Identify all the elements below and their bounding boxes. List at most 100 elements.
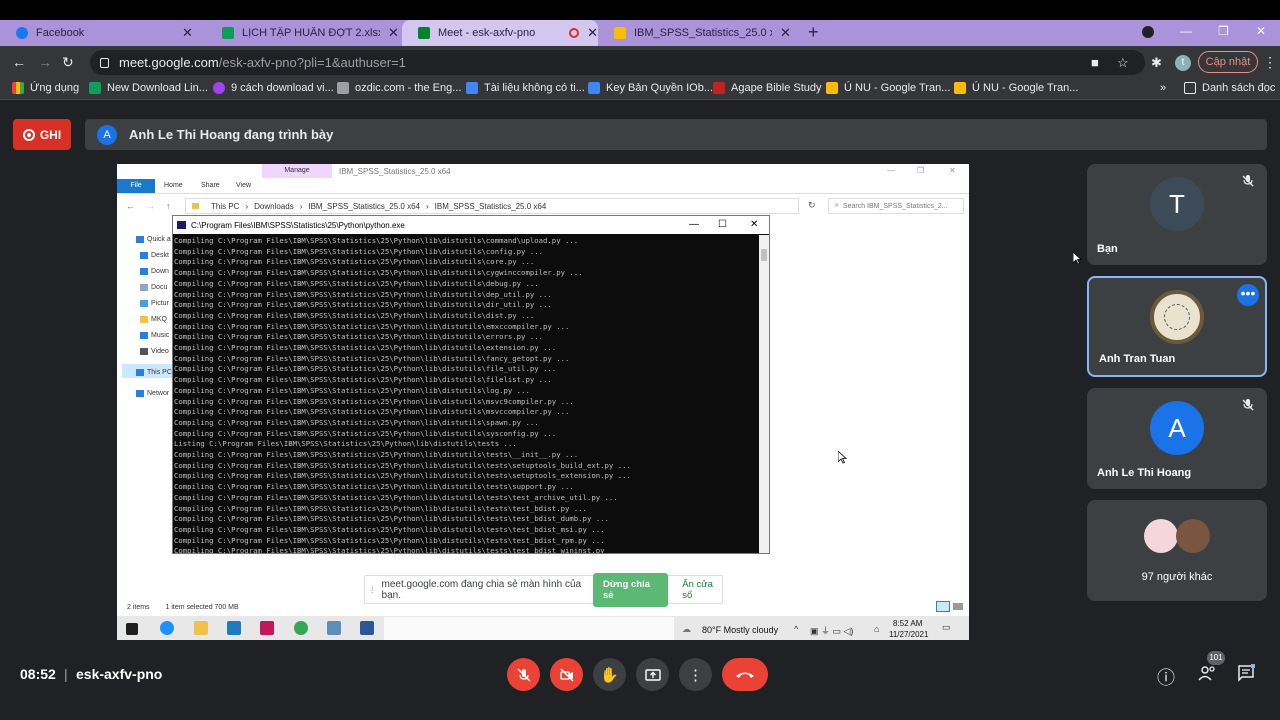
camera-icon[interactable]: ■ xyxy=(1091,55,1099,70)
tab-meet[interactable]: Meet - esk-axfv-pno ✕ xyxy=(402,20,598,46)
tray-chevron-icon[interactable]: ^ xyxy=(794,624,798,634)
sidebar-item-folder[interactable]: MKQ xyxy=(140,316,167,323)
participant-tile-others[interactable]: 97 người khác xyxy=(1087,500,1267,601)
chat-icon[interactable] xyxy=(1237,663,1256,687)
hide-button[interactable]: Ẩn cửa sổ xyxy=(682,579,722,601)
mic-toggle-button[interactable] xyxy=(507,658,540,691)
sidebar-item-desktop[interactable]: Deskt xyxy=(140,252,169,259)
bookmark-item[interactable]: Agape Bible Study xyxy=(713,82,822,94)
sidebar-item-videos[interactable]: Video xyxy=(140,348,169,355)
sidebar-item-this-pc[interactable]: This PC xyxy=(136,369,172,376)
ribbon-tab-file[interactable]: File xyxy=(117,179,155,193)
maximize-icon[interactable]: ❐ xyxy=(1218,24,1229,38)
meeting-info-icon[interactable]: ⓘ xyxy=(1157,664,1175,690)
bookmark-item[interactable]: New Download Lin... xyxy=(89,82,208,94)
weather-text[interactable]: 80°F Mostly cloudy xyxy=(702,625,778,635)
more-options-button[interactable]: ⋮ xyxy=(679,658,712,691)
browser-menu-icon[interactable]: ⋮ xyxy=(1263,54,1277,71)
address-bar[interactable]: meet.google.com/esk-axfv-pno?pli=1&authu… xyxy=(90,50,1145,75)
participant-tile-anh-le-thi-hoang[interactable]: A Anh Le Thi Hoang xyxy=(1087,388,1267,489)
sidebar-item-pictures[interactable]: Pictur xyxy=(140,300,169,307)
sidebar-item-quick-access[interactable]: Quick a xyxy=(136,236,171,243)
scroll-thumb[interactable] xyxy=(761,249,767,261)
participant-tile-anh-tran-tuan[interactable]: ••• Anh Tran Tuan xyxy=(1087,276,1267,377)
refresh-icon[interactable]: ↻ xyxy=(808,200,816,211)
back-icon[interactable]: ← xyxy=(126,201,135,211)
ribbon-tab-view[interactable]: View xyxy=(236,182,251,189)
explorer-search[interactable]: ⌕ Search IBM_SPSS_Statistics_2... xyxy=(828,198,964,214)
close-icon[interactable]: ✕ xyxy=(750,219,758,230)
bookmark-item[interactable]: Key Bản Quyền IOb... xyxy=(588,82,713,94)
maximize-icon[interactable]: ❐ xyxy=(917,166,924,175)
close-tab-icon[interactable]: ✕ xyxy=(780,25,791,41)
close-icon[interactable]: ✕ xyxy=(949,166,956,175)
reading-list[interactable]: Danh sách đọc xyxy=(1184,82,1275,94)
up-icon[interactable]: ↑ xyxy=(166,201,171,211)
extensions-icon[interactable]: ✱ xyxy=(1151,55,1162,71)
details-view-icon[interactable] xyxy=(936,601,950,612)
windows-start-icon[interactable] xyxy=(126,623,138,635)
app-icon[interactable] xyxy=(360,621,374,635)
app-icon[interactable] xyxy=(327,621,341,635)
bookmarks-overflow-icon[interactable]: » xyxy=(1160,82,1166,94)
present-button[interactable] xyxy=(636,658,669,691)
more-options-icon[interactable]: ••• xyxy=(1237,284,1259,306)
ribbon-tab-share[interactable]: Share xyxy=(201,182,220,189)
tab-drive-zip[interactable]: IBM_SPSS_Statistics_25.0 x64.zip ✕ xyxy=(598,20,798,46)
close-tab-icon[interactable]: ✕ xyxy=(587,25,598,41)
explorer-status: 2 items 1 item selected 700 MB xyxy=(127,604,239,611)
minimize-icon[interactable]: — xyxy=(887,166,895,175)
tab-facebook[interactable]: Facebook ✕ xyxy=(0,20,206,46)
bookmark-apps[interactable]: Ứng dụng xyxy=(12,82,79,94)
bookmark-item[interactable]: Ú NU - Google Tran... xyxy=(954,82,1078,94)
python-console-window[interactable]: C:\Program Files\IBM\SPSS\Statistics\25\… xyxy=(172,215,770,554)
taskbar-date[interactable]: 11/27/2021 xyxy=(889,630,928,639)
console-scrollbar[interactable] xyxy=(759,235,769,553)
people-icon[interactable] xyxy=(1197,664,1217,687)
bookmark-star-icon[interactable]: ☆ xyxy=(1117,55,1129,71)
reload-icon[interactable]: ↻ xyxy=(62,54,74,71)
sidebar-item-music[interactable]: Music xyxy=(140,332,169,339)
minimize-icon[interactable]: — xyxy=(689,219,699,230)
close-tab-icon[interactable]: ✕ xyxy=(388,25,399,41)
maximize-icon[interactable]: ☐ xyxy=(718,219,727,230)
close-window-icon[interactable]: ✕ xyxy=(1256,24,1266,38)
sidebar-item-documents[interactable]: Docu xyxy=(140,284,167,291)
drag-handle-icon[interactable]: ⁞ xyxy=(371,585,374,595)
recording-badge[interactable]: GHI xyxy=(13,119,71,150)
bookmark-item[interactable]: Ú NU - Google Tran... xyxy=(826,82,950,94)
tab-search-icon[interactable] xyxy=(1142,26,1154,38)
bookmark-item[interactable]: ozdic.com - the Eng... xyxy=(337,82,461,94)
file-explorer-icon[interactable] xyxy=(194,621,208,635)
notification-icon[interactable]: ▭ xyxy=(942,622,951,633)
edge-icon[interactable] xyxy=(160,621,174,635)
ribbon-tab-home[interactable]: Home xyxy=(164,182,183,189)
forward-icon[interactable]: → xyxy=(38,54,52,70)
camera-toggle-button[interactable] xyxy=(550,658,583,691)
profile-avatar[interactable]: t xyxy=(1175,55,1191,71)
tab-sheets[interactable]: LỊCH TẬP HUẤN ĐỢT 2.xlsx - Go ✕ xyxy=(206,20,402,46)
stop-sharing-button[interactable]: Dừng chia sẻ xyxy=(593,572,669,607)
breadcrumb[interactable]: This PC › Downloads › IBM_SPSS_Statistics_… xyxy=(185,198,799,214)
minimize-icon[interactable]: — xyxy=(1180,24,1192,38)
sidebar-item-downloads[interactable]: Down xyxy=(140,268,169,275)
sheets-icon xyxy=(89,82,101,94)
tray-icons[interactable]: ▣ ⏚ ▭ ◁) xyxy=(810,624,853,637)
language-icon[interactable]: ⌂ xyxy=(874,624,879,634)
app-icon[interactable] xyxy=(227,621,241,635)
participant-tile-you[interactable]: T Bạn xyxy=(1087,164,1267,265)
sidebar-item-network[interactable]: Networ xyxy=(136,390,169,397)
chrome-icon[interactable] xyxy=(294,621,308,635)
update-button[interactable]: Cập nhật xyxy=(1198,51,1258,73)
leave-call-button[interactable] xyxy=(722,658,768,691)
taskbar-time[interactable]: 8:52 AM xyxy=(893,619,922,628)
app-icon[interactable] xyxy=(260,621,274,635)
bookmark-item[interactable]: 9 cách download vi... xyxy=(213,82,334,94)
raise-hand-button[interactable]: ✋ xyxy=(593,658,626,691)
new-tab-icon[interactable]: + xyxy=(808,22,819,43)
bookmark-item[interactable]: Tài liệu không có ti... xyxy=(466,82,585,94)
close-tab-icon[interactable]: ✕ xyxy=(182,25,193,41)
tiles-view-icon[interactable] xyxy=(953,603,963,610)
forward-icon[interactable]: → xyxy=(146,201,155,211)
back-icon[interactable]: ← xyxy=(12,54,26,70)
